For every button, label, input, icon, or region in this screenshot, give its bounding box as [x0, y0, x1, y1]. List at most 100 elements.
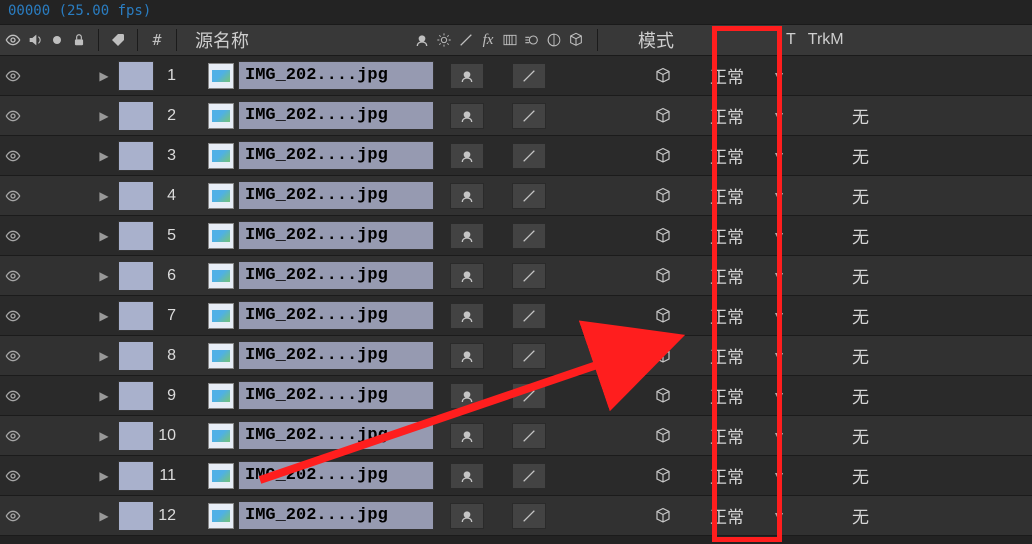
quality-toggle[interactable]: [512, 263, 546, 289]
shy-column-icon[interactable]: [413, 31, 431, 49]
trackmatte-dropdown[interactable]: 无: [848, 181, 892, 210]
source-name[interactable]: IMG_202....jpg: [238, 181, 434, 210]
layer-row[interactable]: ▶10IMG_202....jpg正常▼无: [0, 416, 1032, 456]
speaker-column-icon[interactable]: [26, 31, 44, 49]
visibility-toggle[interactable]: [0, 308, 26, 324]
label-color[interactable]: [118, 381, 154, 411]
label-color[interactable]: [118, 261, 154, 291]
3d-toggle[interactable]: [648, 147, 678, 165]
layer-row[interactable]: ▶8IMG_202....jpg正常▼无: [0, 336, 1032, 376]
3d-toggle[interactable]: [648, 107, 678, 125]
3d-toggle[interactable]: [648, 467, 678, 485]
layer-row[interactable]: ▶2IMG_202....jpg正常▼无: [0, 96, 1032, 136]
3d-toggle[interactable]: [648, 67, 678, 85]
adjustment-column-icon[interactable]: [545, 31, 563, 49]
trackmatte-dropdown[interactable]: 无: [848, 461, 892, 490]
label-color[interactable]: [118, 301, 154, 331]
shy-toggle[interactable]: [450, 423, 484, 449]
label-color[interactable]: [118, 421, 154, 451]
twirl-icon[interactable]: ▶: [90, 309, 118, 323]
trkmat-header[interactable]: TrkM: [808, 31, 844, 49]
label-color[interactable]: [118, 461, 154, 491]
layer-row[interactable]: ▶5IMG_202....jpg正常▼无: [0, 216, 1032, 256]
visibility-toggle[interactable]: [0, 508, 26, 524]
label-color[interactable]: [118, 501, 154, 531]
mode-header[interactable]: 模式: [638, 27, 738, 53]
quality-column-icon[interactable]: [457, 31, 475, 49]
layer-row[interactable]: ▶3IMG_202....jpg正常▼无: [0, 136, 1032, 176]
visibility-toggle[interactable]: [0, 148, 26, 164]
quality-toggle[interactable]: [512, 223, 546, 249]
blend-mode-dropdown[interactable]: 正常▼: [706, 181, 790, 210]
shy-toggle[interactable]: [450, 183, 484, 209]
label-color[interactable]: [118, 61, 154, 91]
trackmatte-dropdown[interactable]: 无: [848, 261, 892, 290]
twirl-icon[interactable]: ▶: [90, 389, 118, 403]
shy-toggle[interactable]: [450, 263, 484, 289]
visibility-toggle[interactable]: [0, 348, 26, 364]
3d-toggle[interactable]: [648, 387, 678, 405]
visibility-toggle[interactable]: [0, 188, 26, 204]
source-name[interactable]: IMG_202....jpg: [238, 261, 434, 290]
frameblend-column-icon[interactable]: [501, 31, 519, 49]
quality-toggle[interactable]: [512, 503, 546, 529]
layer-row[interactable]: ▶11IMG_202....jpg正常▼无: [0, 456, 1032, 496]
twirl-icon[interactable]: ▶: [90, 69, 118, 83]
visibility-toggle[interactable]: [0, 428, 26, 444]
fx-column-icon[interactable]: fx: [479, 31, 497, 49]
trackmatte-dropdown[interactable]: 无: [848, 101, 892, 130]
source-name[interactable]: IMG_202....jpg: [238, 301, 434, 330]
3d-toggle[interactable]: [648, 227, 678, 245]
twirl-icon[interactable]: ▶: [90, 189, 118, 203]
twirl-icon[interactable]: ▶: [90, 269, 118, 283]
twirl-icon[interactable]: ▶: [90, 429, 118, 443]
collapse-column-icon[interactable]: [435, 31, 453, 49]
t-col-header[interactable]: T: [786, 31, 796, 49]
source-name[interactable]: IMG_202....jpg: [238, 421, 434, 450]
3d-toggle[interactable]: [648, 187, 678, 205]
label-color[interactable]: [118, 341, 154, 371]
blend-mode-dropdown[interactable]: 正常▼: [706, 141, 790, 170]
blend-mode-dropdown[interactable]: 正常▼: [706, 501, 790, 530]
label-color[interactable]: [118, 101, 154, 131]
quality-toggle[interactable]: [512, 143, 546, 169]
3d-toggle[interactable]: [648, 427, 678, 445]
visibility-toggle[interactable]: [0, 108, 26, 124]
trackmatte-dropdown[interactable]: 无: [848, 221, 892, 250]
shy-toggle[interactable]: [450, 303, 484, 329]
quality-toggle[interactable]: [512, 383, 546, 409]
trackmatte-dropdown[interactable]: 无: [848, 341, 892, 370]
visibility-toggle[interactable]: [0, 68, 26, 84]
3d-toggle[interactable]: [648, 507, 678, 525]
shy-toggle[interactable]: [450, 343, 484, 369]
blend-mode-dropdown[interactable]: 正常▼: [706, 341, 790, 370]
blend-mode-dropdown[interactable]: 正常▼: [706, 261, 790, 290]
blend-mode-dropdown[interactable]: 正常▼: [706, 301, 790, 330]
source-name[interactable]: IMG_202....jpg: [238, 61, 434, 90]
shy-toggle[interactable]: [450, 143, 484, 169]
quality-toggle[interactable]: [512, 183, 546, 209]
source-name[interactable]: IMG_202....jpg: [238, 381, 434, 410]
layer-row[interactable]: ▶12IMG_202....jpg正常▼无: [0, 496, 1032, 536]
source-name[interactable]: IMG_202....jpg: [238, 461, 434, 490]
quality-toggle[interactable]: [512, 423, 546, 449]
source-name[interactable]: IMG_202....jpg: [238, 221, 434, 250]
quality-toggle[interactable]: [512, 63, 546, 89]
lock-column-icon[interactable]: [70, 31, 88, 49]
eye-column-icon[interactable]: [4, 31, 22, 49]
shy-toggle[interactable]: [450, 63, 484, 89]
layer-row[interactable]: ▶1IMG_202....jpg正常▼: [0, 56, 1032, 96]
label-color[interactable]: [118, 221, 154, 251]
source-name-header[interactable]: 源名称: [187, 27, 397, 53]
visibility-toggle[interactable]: [0, 388, 26, 404]
blend-mode-dropdown[interactable]: 正常▼: [706, 421, 790, 450]
shy-toggle[interactable]: [450, 103, 484, 129]
motionblur-column-icon[interactable]: [523, 31, 541, 49]
number-column-icon[interactable]: #: [148, 31, 166, 49]
source-name[interactable]: IMG_202....jpg: [238, 341, 434, 370]
label-column-icon[interactable]: [109, 31, 127, 49]
3d-toggle[interactable]: [648, 347, 678, 365]
twirl-icon[interactable]: ▶: [90, 509, 118, 523]
shy-toggle[interactable]: [450, 503, 484, 529]
layer-row[interactable]: ▶7IMG_202....jpg正常▼无: [0, 296, 1032, 336]
